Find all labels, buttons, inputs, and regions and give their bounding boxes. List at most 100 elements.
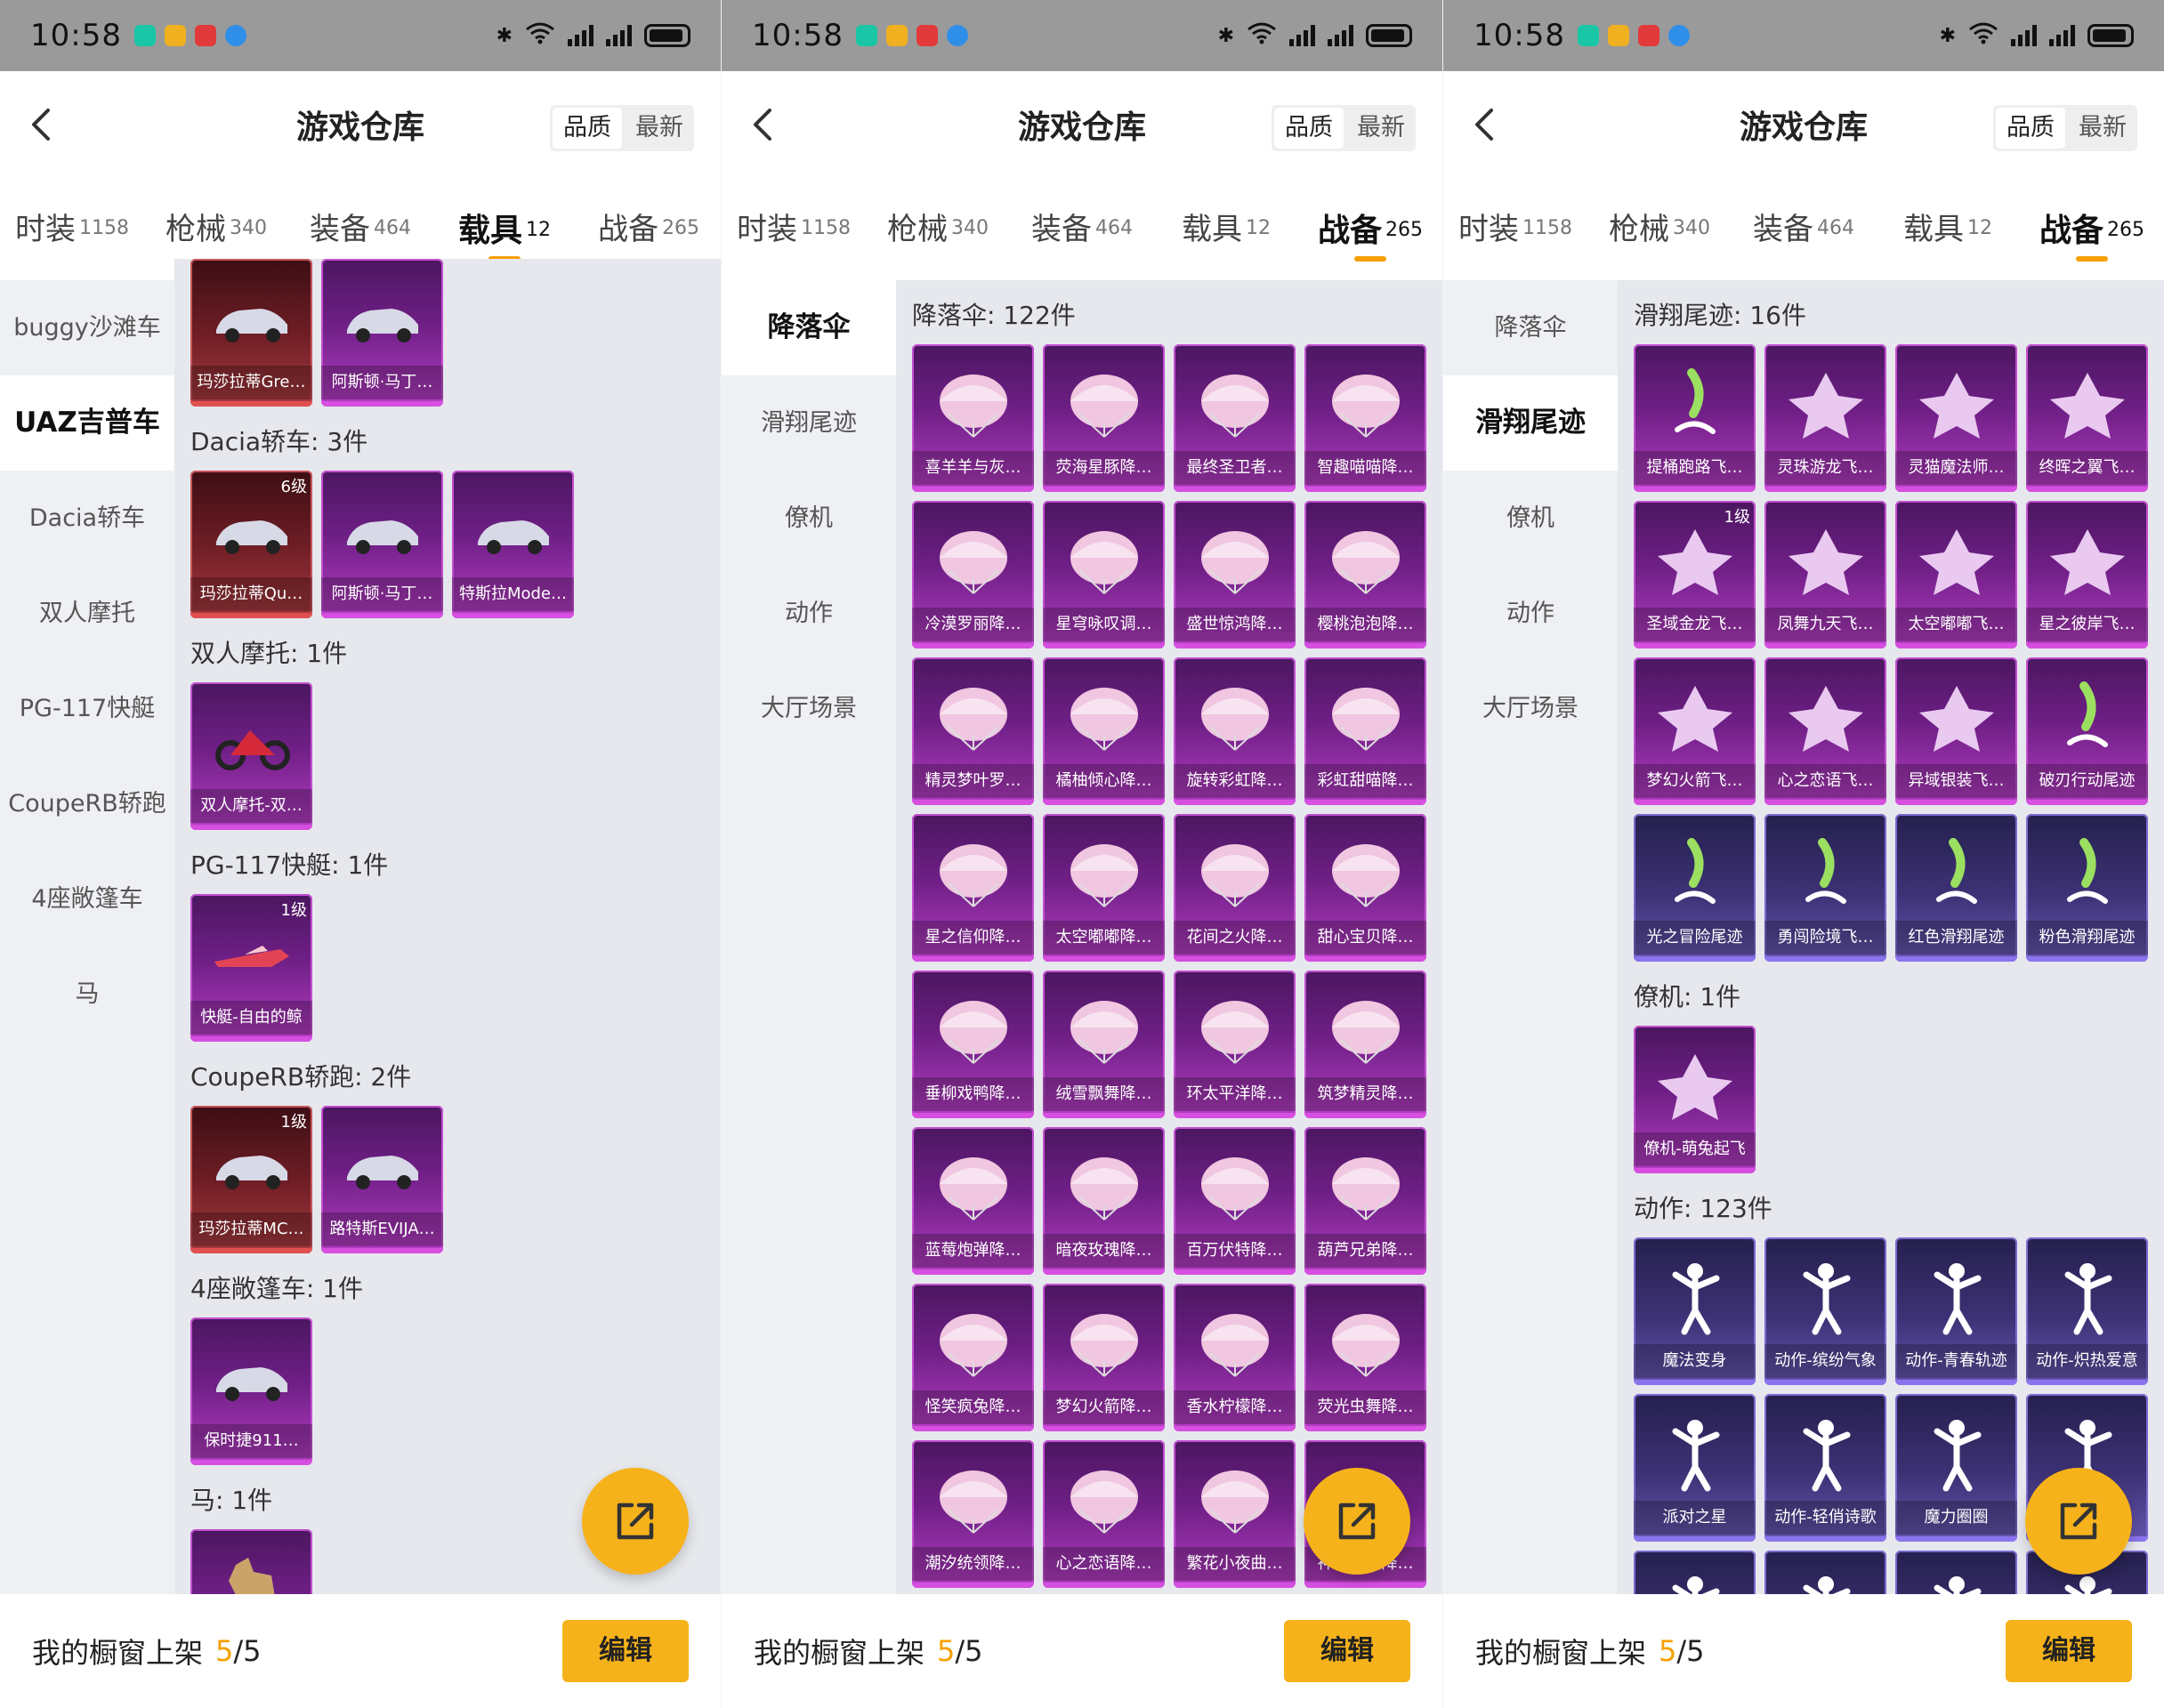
item-card[interactable]: 动作-轻俏诗歌 — [1764, 1394, 1886, 1542]
item-card[interactable]: 太空嘟嘟降… — [1043, 814, 1165, 962]
item-card[interactable]: 葫芦兄弟降… — [1304, 1127, 1426, 1275]
sidebar-item[interactable]: 动作 — [722, 566, 896, 661]
item-card[interactable]: 繁花小夜曲… — [1174, 1440, 1296, 1588]
tab-0[interactable]: 时装 1158 — [722, 205, 866, 248]
item-card[interactable]: 百万伏特降… — [1174, 1127, 1296, 1275]
item-card[interactable]: 灵珠游龙飞… — [1764, 344, 1886, 492]
tab-4[interactable]: 战备 265 — [577, 205, 721, 248]
item-card[interactable]: 梦幻火箭飞… — [1634, 657, 1756, 805]
item-card[interactable]: 6级 玛莎拉蒂Qu… — [190, 471, 312, 618]
item-card[interactable]: 星穹咏叹调… — [1043, 501, 1165, 649]
item-card[interactable]: 梦幻火箭降… — [1043, 1284, 1165, 1431]
item-card[interactable]: 太空嘟嘟飞… — [1895, 501, 2017, 649]
item-card[interactable]: 双人摩托-双… — [190, 682, 312, 830]
sidebar-item[interactable]: UAZ吉普车 — [0, 375, 174, 471]
sidebar-item[interactable]: 滑翔尾迹 — [722, 375, 896, 471]
tab-1[interactable]: 枪械 340 — [1587, 205, 1732, 248]
sort-quality-button[interactable]: 品质 — [1274, 108, 1344, 149]
share-button[interactable] — [1304, 1468, 1410, 1575]
item-card[interactable]: 路特斯EVIJA… — [321, 1106, 443, 1253]
item-card[interactable]: 橘柚倾心降… — [1043, 657, 1165, 805]
sidebar-item[interactable]: 马 — [0, 947, 174, 1042]
back-arrow-icon[interactable] — [1466, 105, 1506, 144]
tab-2[interactable]: 装备 464 — [1732, 205, 1876, 248]
tab-3[interactable]: 载具 12 — [1876, 205, 2020, 248]
sidebar-item[interactable]: 大厅场景 — [722, 661, 896, 756]
tab-1[interactable]: 枪械 340 — [144, 205, 288, 248]
sidebar-item[interactable]: 僚机 — [722, 471, 896, 566]
item-card[interactable]: 旋转彩虹降… — [1174, 657, 1296, 805]
sidebar-item[interactable]: 降落伞 — [722, 280, 896, 375]
item-card[interactable]: 阿斯顿·马丁… — [321, 259, 443, 407]
item-card[interactable]: 破刃行动尾迹 — [2026, 657, 2148, 805]
item-card[interactable]: 心之恋语飞… — [1764, 657, 1886, 805]
tab-3[interactable]: 载具 12 — [1154, 205, 1298, 248]
item-card[interactable]: 1级 玛莎拉蒂MC… — [190, 1106, 312, 1253]
item-card[interactable]: 环太平洋降… — [1174, 971, 1296, 1118]
item-card[interactable]: 阿斯顿·马丁… — [321, 471, 443, 618]
item-card[interactable]: 魔法变身 — [1634, 1237, 1756, 1385]
item-card[interactable]: 花间之火降… — [1174, 814, 1296, 962]
item-card[interactable]: 香水柠檬降… — [1174, 1284, 1296, 1431]
item-card[interactable]: 荧海星豚降… — [1043, 344, 1165, 492]
item-card[interactable]: 荧光虫舞降… — [1304, 1284, 1426, 1431]
item-card[interactable]: 动作-青春轨迹 — [1895, 1237, 2017, 1385]
sidebar-item[interactable]: 双人摩托 — [0, 566, 174, 661]
item-card[interactable]: 精灵梦叶罗… — [912, 657, 1034, 805]
share-button[interactable] — [2025, 1468, 2132, 1575]
tab-1[interactable]: 枪械 340 — [866, 205, 1010, 248]
sidebar-item[interactable]: 降落伞 — [1443, 280, 1618, 375]
item-card[interactable]: 僚机-萌兔起飞 — [1634, 1026, 1756, 1173]
sort-latest-button[interactable]: 最新 — [2068, 105, 2137, 151]
sort-latest-button[interactable]: 最新 — [1346, 105, 1416, 151]
item-card[interactable]: 光之冒险尾迹 — [1634, 814, 1756, 962]
share-button[interactable] — [582, 1468, 689, 1575]
item-card[interactable]: 怪笑疯兔降… — [912, 1284, 1034, 1431]
sort-quality-button[interactable]: 品质 — [1996, 108, 2065, 149]
tab-0[interactable]: 时装 1158 — [0, 205, 144, 248]
item-card[interactable]: 暗夜玫瑰降… — [1043, 1127, 1165, 1275]
item-card[interactable]: 保时捷911… — [190, 1317, 312, 1465]
item-card[interactable]: 甜心宝贝降… — [1304, 814, 1426, 962]
tab-4[interactable]: 战备 265 — [2020, 205, 2164, 262]
item-card[interactable]: 星之彼岸飞… — [2026, 501, 2148, 649]
item-card[interactable]: 潮汐统领降… — [912, 1440, 1034, 1588]
sidebar-item[interactable]: buggy沙滩车 — [0, 280, 174, 375]
item-card[interactable]: 星之信仰降… — [912, 814, 1034, 962]
back-arrow-icon[interactable] — [745, 105, 784, 144]
item-card[interactable]: 动作-炽热爱意 — [2026, 1237, 2148, 1385]
item-card[interactable]: 灵猫魔法师… — [1895, 344, 2017, 492]
item-card[interactable]: 异域银装飞… — [1895, 657, 2017, 805]
sidebar-item[interactable]: 大厅场景 — [1443, 661, 1618, 756]
sidebar-item[interactable]: PG-117快艇 — [0, 661, 174, 756]
sidebar-item[interactable]: CoupeRB轿跑 — [0, 756, 174, 851]
item-card[interactable]: 粉色滑翔尾迹 — [2026, 814, 2148, 962]
edit-button[interactable]: 编辑 — [2006, 1620, 2132, 1682]
item-card[interactable]: 特斯拉Mode… — [452, 471, 574, 618]
item-card[interactable]: 凤舞九天飞… — [1764, 501, 1886, 649]
item-card[interactable]: 红色滑翔尾迹 — [1895, 814, 2017, 962]
sort-latest-button[interactable]: 最新 — [625, 105, 694, 151]
sidebar-item[interactable]: 滑翔尾迹 — [1443, 375, 1618, 471]
tab-2[interactable]: 装备 464 — [1010, 205, 1154, 248]
tab-4[interactable]: 战备 265 — [1298, 205, 1442, 262]
item-card[interactable]: 1级 快艇-自由的鲸 — [190, 894, 312, 1042]
sort-quality-button[interactable]: 品质 — [553, 108, 622, 149]
item-card[interactable]: 动作-缤纷气象 — [1764, 1237, 1886, 1385]
item-card[interactable]: 筑梦精灵降… — [1304, 971, 1426, 1118]
item-card[interactable]: 玛莎拉蒂Gre… — [190, 259, 312, 407]
sidebar-item[interactable]: 僚机 — [1443, 471, 1618, 566]
item-card[interactable]: 喜羊羊与灰… — [912, 344, 1034, 492]
item-card[interactable]: 冷漠罗丽降… — [912, 501, 1034, 649]
tab-2[interactable]: 装备 464 — [288, 205, 432, 248]
back-arrow-icon[interactable] — [23, 105, 62, 144]
sidebar-item[interactable]: Dacia轿车 — [0, 471, 174, 566]
item-card[interactable]: 绒雪飘舞降… — [1043, 971, 1165, 1118]
item-card[interactable]: 1级 圣域金龙飞… — [1634, 501, 1756, 649]
item-card[interactable]: 终晖之翼飞… — [2026, 344, 2148, 492]
item-card[interactable]: 魔力圈圈 — [1895, 1394, 2017, 1542]
item-card[interactable]: 彩虹甜喵降… — [1304, 657, 1426, 805]
tab-3[interactable]: 载具 12 — [432, 205, 577, 262]
item-card[interactable]: 盛世惊鸿降… — [1174, 501, 1296, 649]
sidebar-item[interactable]: 动作 — [1443, 566, 1618, 661]
